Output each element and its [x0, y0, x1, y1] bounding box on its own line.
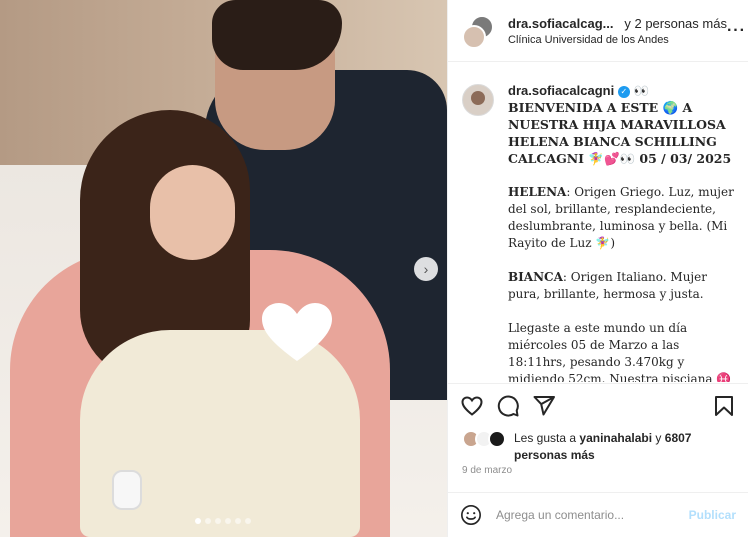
- post-date[interactable]: 9 de marzo: [462, 465, 512, 476]
- carousel-dot: [225, 518, 231, 524]
- comment-button[interactable]: [496, 394, 520, 418]
- header-text: dra.sofiacalcag... y 2 personas más Clín…: [508, 16, 727, 46]
- chevron-right-icon: ›: [423, 261, 429, 277]
- photo-man-hair: [212, 0, 342, 70]
- save-button[interactable]: [712, 394, 736, 418]
- caption-bianca: BIANCA: Origen Italiano. Mujer pura, bri…: [508, 269, 734, 303]
- comment-bar: Publicar: [448, 492, 748, 537]
- post-comment-button[interactable]: Publicar: [689, 508, 736, 522]
- post-caption: dra.sofiacalcagni ✓ 👀 BIENVENIDA A ESTE …: [448, 62, 748, 382]
- post-header: dra.sofiacalcag... y 2 personas más Clín…: [448, 0, 748, 62]
- collaborators-link[interactable]: y 2 personas más: [617, 16, 727, 31]
- comment-icon: [497, 395, 519, 417]
- caption-body: dra.sofiacalcagni ✓ 👀 BIENVENIDA A ESTE …: [508, 82, 734, 382]
- caption-helena: HELENA: Origen Griego. Luz, mujer del so…: [508, 184, 734, 252]
- likes-prefix: Les gusta a: [514, 431, 580, 445]
- likes-count: 6807: [664, 431, 692, 445]
- carousel-dot: [195, 518, 201, 524]
- collab-avatars[interactable]: [462, 14, 498, 49]
- caption-helena-label: HELENA: [508, 185, 567, 199]
- post-actions: [448, 383, 748, 427]
- post-sidebar: dra.sofiacalcag... y 2 personas más Clín…: [447, 0, 748, 537]
- comment-input[interactable]: [496, 508, 689, 522]
- carousel-dot: [245, 518, 251, 524]
- carousel-dot: [235, 518, 241, 524]
- post-photo[interactable]: ›: [0, 0, 447, 537]
- likes-middle: y: [652, 431, 665, 445]
- photo-woman-face: [150, 165, 235, 260]
- share-button[interactable]: [532, 394, 556, 418]
- more-options-icon[interactable]: ···: [727, 22, 746, 40]
- post-location[interactable]: Clínica Universidad de los Andes: [508, 34, 727, 46]
- caption-arrival: Llegaste a este mundo un día miércoles 0…: [508, 321, 732, 382]
- heart-icon: [461, 395, 483, 416]
- liker-username[interactable]: yaninahalabi: [579, 431, 652, 445]
- caption-bianca-label: BIANCA: [508, 270, 563, 284]
- heart-sticker-icon: [262, 303, 332, 361]
- send-icon: [533, 395, 555, 415]
- carousel-dot: [215, 518, 221, 524]
- likes-text: Les gusta a yaninahalabi y 6807 personas…: [514, 430, 742, 464]
- photo-wristband: [112, 470, 142, 510]
- avatar[interactable]: [462, 84, 494, 116]
- likes-summary: Les gusta a yaninahalabi y 6807 personas…: [462, 430, 742, 464]
- likes-suffix: personas más: [514, 448, 595, 462]
- like-button[interactable]: [460, 394, 484, 418]
- carousel-next-button[interactable]: ›: [414, 257, 438, 281]
- collab-text: y 2 personas más: [624, 15, 727, 31]
- bookmark-icon: [715, 395, 733, 416]
- liker-avatars: [462, 430, 512, 448]
- emoji-icon[interactable]: [460, 504, 482, 526]
- avatar: [462, 24, 486, 49]
- header-author-line: dra.sofiacalcag... y 2 personas más: [508, 16, 727, 32]
- verified-badge-icon: ✓: [617, 85, 630, 98]
- caption-username[interactable]: dra.sofiacalcagni: [508, 83, 614, 98]
- author-username[interactable]: dra.sofiacalcag...: [508, 16, 614, 31]
- carousel-dot: [205, 518, 211, 524]
- avatar: [488, 430, 506, 448]
- carousel-dots: [195, 518, 251, 524]
